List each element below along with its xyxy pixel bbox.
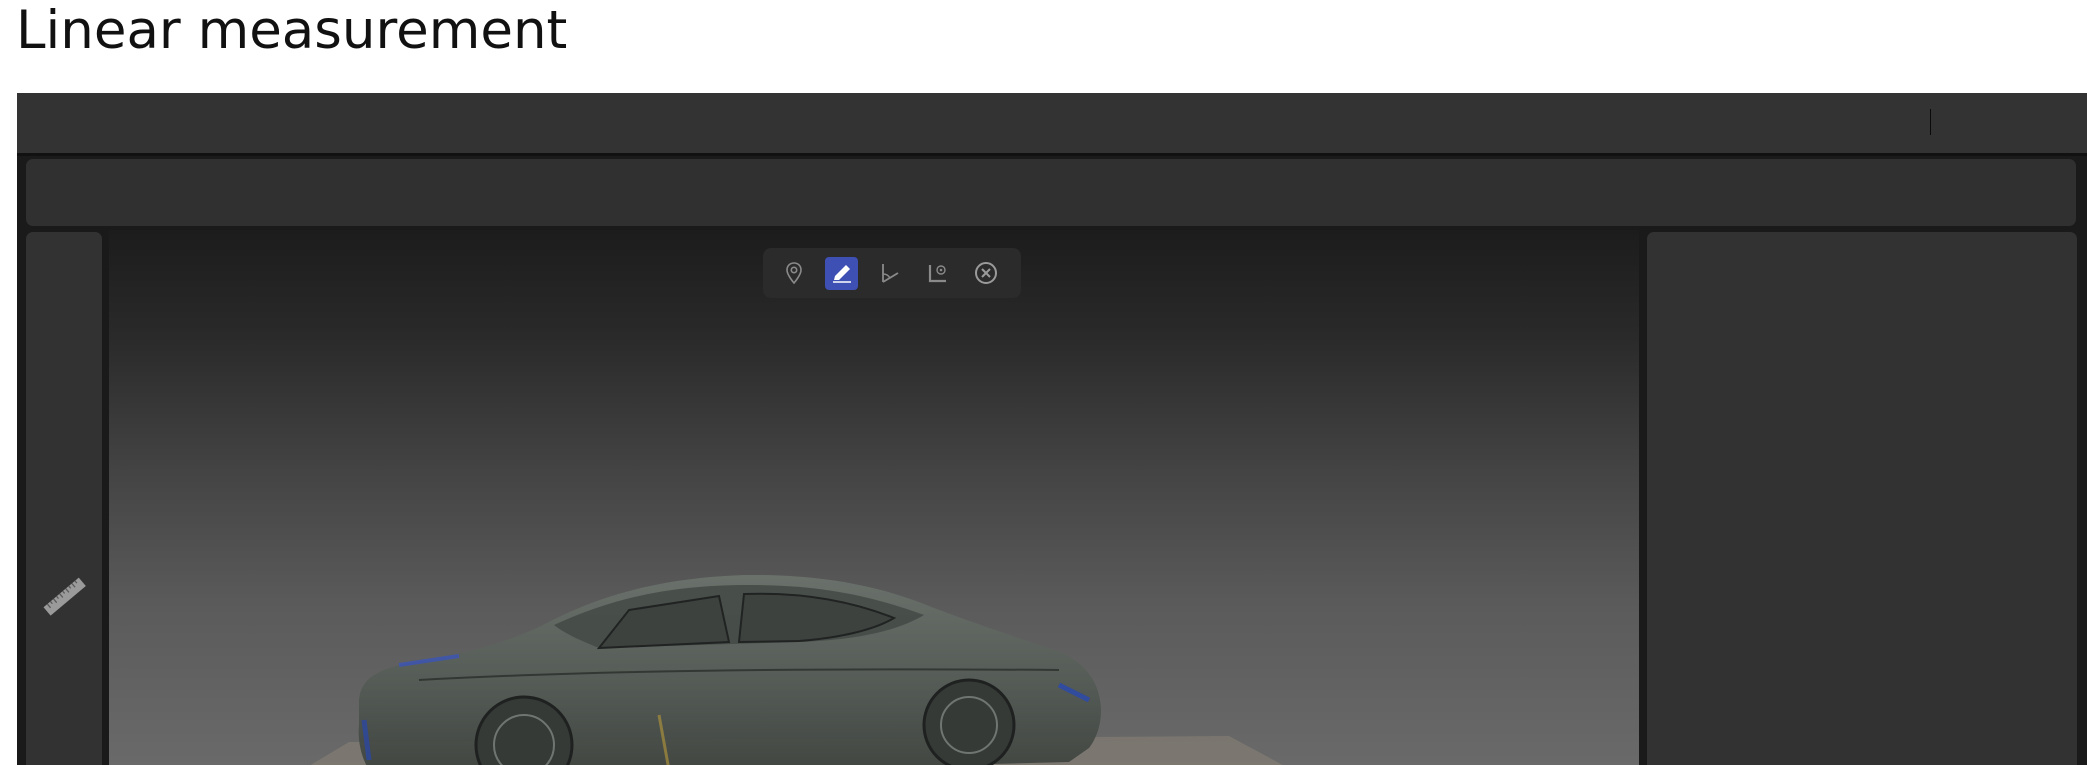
tool-clear-measurements[interactable] [969,257,1002,290]
tool-area-measure[interactable] [921,257,954,290]
tool-point-marker[interactable] [777,257,810,290]
location-pin-icon [785,262,802,285]
top-toolbar [26,159,2076,226]
header-divider [1930,109,1931,135]
angle-icon [881,264,898,283]
tool-linear-measure[interactable] [825,256,858,290]
car-3d-model [358,574,1101,765]
app-header [17,93,2087,156]
ruler-icon [43,577,86,616]
area-icon [928,265,946,283]
page-title: Linear measurement [16,0,568,61]
close-circle-icon [974,262,997,284]
sidebar-ruler-button[interactable] [40,572,90,622]
tool-angle-measure[interactable] [873,257,906,290]
measure-toolbar [763,248,1021,298]
ruler-pencil-icon [832,265,851,283]
left-sidebar [26,232,102,765]
viewer-app [17,93,2087,765]
right-panel [1647,232,2077,765]
3d-viewport[interactable] [109,230,1639,765]
